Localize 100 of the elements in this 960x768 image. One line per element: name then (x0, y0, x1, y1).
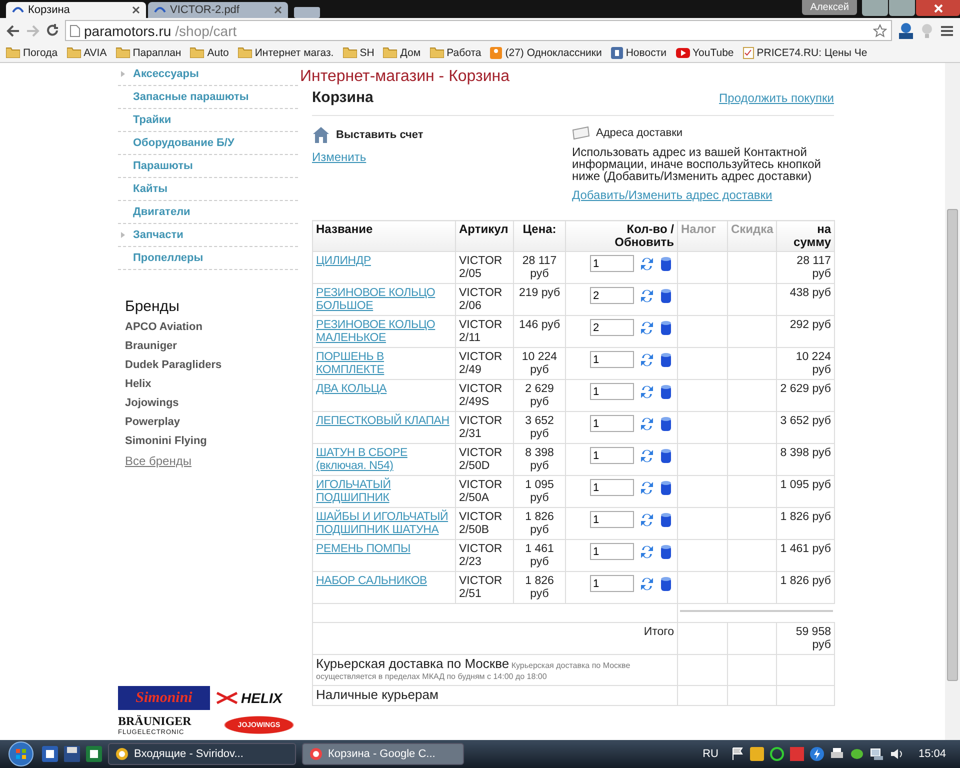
brand-link[interactable]: Simonini Flying (125, 435, 298, 454)
trash-icon[interactable] (660, 448, 672, 464)
browser-tab[interactable]: VICTOR-2.pdf (148, 2, 288, 18)
bookmark[interactable]: Погода (6, 46, 58, 58)
trash-icon[interactable] (660, 256, 672, 272)
brand-link[interactable]: Helix (125, 378, 298, 397)
scrollbar[interactable] (945, 63, 960, 740)
bookmark[interactable]: PRICE74.RU: Цены Че (742, 46, 868, 58)
column-header: Кол-во / Обновить (566, 220, 678, 252)
floppy-icon[interactable] (64, 746, 80, 762)
reload-icon[interactable] (46, 24, 59, 37)
bookmark[interactable]: Интернет магаз. (238, 46, 334, 58)
trash-icon[interactable] (660, 544, 672, 560)
taskbar-button[interactable]: Входящие - Sviridov... (108, 743, 296, 765)
bookmark[interactable]: Auto (190, 46, 229, 58)
trash-icon[interactable] (660, 288, 672, 304)
star-icon[interactable] (873, 24, 887, 38)
lightning-icon[interactable] (810, 747, 824, 761)
brand-link[interactable]: Powerplay (125, 416, 298, 435)
delivery-option[interactable]: Курьерская доставка по Москве Курьерская доставка по Москве осуществляется в пределах МКАД по будням с 14:00 до 18:00 (312, 654, 678, 686)
bookmark[interactable]: AVIA (66, 46, 107, 58)
bookmark[interactable]: (27) Одноклассники (490, 46, 602, 58)
table-cell: VICTOR 2/50A (456, 476, 514, 508)
quantity-field[interactable]: 1 (590, 351, 634, 368)
delivery-option[interactable]: Наличные курьерам (312, 686, 678, 706)
refresh-icon[interactable] (639, 256, 655, 272)
extension-icon[interactable] (898, 22, 914, 40)
trash-icon[interactable] (660, 384, 672, 400)
refresh-icon[interactable] (639, 544, 655, 560)
refresh-icon[interactable] (639, 416, 655, 432)
close-icon (934, 4, 942, 12)
refresh-icon[interactable] (639, 512, 655, 528)
app-icon (309, 747, 323, 761)
table-cell: 1 826 руб (776, 508, 834, 540)
trash-icon[interactable] (660, 512, 672, 528)
site-icon (610, 46, 623, 58)
column-header: Налог (678, 220, 728, 252)
bookmark[interactable]: SH (342, 46, 374, 58)
language-indicator[interactable]: RU (702, 748, 718, 760)
table-cell: 1 461 руб (514, 540, 566, 572)
table-cell: 28 117 руб (776, 252, 834, 284)
trash-icon[interactable] (660, 480, 672, 496)
back-icon[interactable] (6, 24, 20, 36)
quantity-field[interactable]: 1 (590, 255, 634, 272)
trash-icon[interactable] (660, 416, 672, 432)
trash-icon[interactable] (660, 352, 672, 368)
table-cell: VICTOR 2/49S (456, 380, 514, 412)
play-icon (676, 48, 690, 58)
refresh-icon[interactable] (639, 448, 655, 464)
bookmark[interactable]: YouTube (676, 46, 734, 58)
quantity-field[interactable]: 1 (590, 479, 634, 496)
trash-icon[interactable] (660, 576, 672, 592)
brand-link[interactable]: Dudek Paragliders (125, 359, 298, 378)
bookmark[interactable]: Работа (430, 46, 482, 58)
refresh-icon[interactable] (639, 480, 655, 496)
refresh-icon[interactable] (639, 288, 655, 304)
close-icon[interactable] (132, 6, 140, 14)
address-bar[interactable]: paramotors.ru /shop/cart (65, 20, 892, 41)
taskbar-button[interactable]: Корзина - Google C... (302, 743, 464, 765)
refresh-icon[interactable] (639, 576, 655, 592)
bookmark[interactable]: Дом (383, 46, 421, 58)
refresh-icon[interactable] (639, 352, 655, 368)
table-cell: 1 826 руб (514, 572, 566, 604)
start-button[interactable] (6, 741, 36, 767)
clock[interactable]: 15:04 (918, 748, 946, 760)
brand-logo[interactable]: HELIX (216, 686, 302, 710)
refresh-icon[interactable] (639, 320, 655, 336)
shipping-title: Адреса доставки (596, 127, 683, 139)
network-icon[interactable] (870, 747, 884, 761)
speaker-icon[interactable] (890, 747, 904, 761)
menu-icon[interactable] (940, 24, 954, 36)
table-cell: VICTOR 2/05 (456, 252, 514, 284)
arrow-icon (121, 71, 125, 77)
quantity-field[interactable]: 1 (590, 511, 634, 528)
flag-icon[interactable] (732, 747, 744, 761)
table-cell: VICTOR 2/50D (456, 444, 514, 476)
all-brands-link[interactable]: Все бренды (125, 454, 192, 468)
quantity-field[interactable]: 1 (590, 383, 634, 400)
product-link[interactable]: ШАТУН В СБОРЕ (включая. N54) (316, 447, 452, 473)
close-button[interactable] (916, 0, 960, 16)
quantity-field[interactable]: 1 (590, 447, 634, 464)
spreadsheet-icon[interactable] (86, 746, 102, 762)
refresh-icon[interactable] (639, 384, 655, 400)
brand-link[interactable]: APCO Aviation (125, 321, 298, 340)
quantity-field[interactable]: 1 (590, 543, 634, 560)
printer-icon[interactable] (830, 747, 844, 761)
table-cell: 2 629 руб (776, 380, 834, 412)
document-icon[interactable] (42, 746, 58, 762)
brand-link[interactable]: Brauniger (125, 340, 298, 359)
brand-link[interactable]: Jojowings (125, 397, 298, 416)
close-icon[interactable] (274, 6, 282, 14)
trash-icon[interactable] (660, 320, 672, 336)
bookmark[interactable]: Параплан (116, 46, 182, 58)
column-header: Скидка (728, 220, 776, 252)
browser-tab[interactable]: Корзина (6, 2, 146, 18)
quantity-field[interactable]: 2 (590, 287, 634, 304)
quantity-field[interactable]: 2 (590, 319, 634, 336)
quantity-field[interactable]: 1 (590, 415, 634, 432)
quantity-field[interactable]: 1 (590, 575, 634, 592)
bookmark[interactable]: Новости (610, 46, 666, 58)
